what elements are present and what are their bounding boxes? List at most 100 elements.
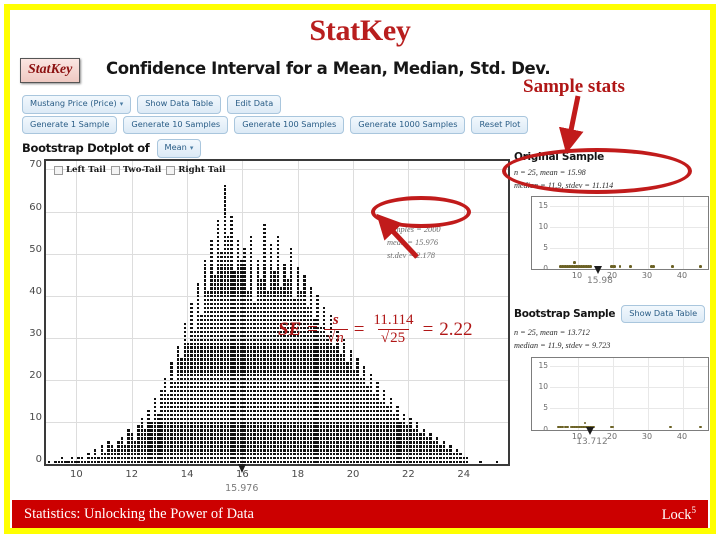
data-dot (299, 295, 303, 298)
generate-button-1[interactable]: Generate 10 Samples (123, 116, 229, 135)
data-dot (346, 382, 349, 385)
data-dot (183, 370, 187, 373)
data-dot (203, 385, 206, 389)
data-dot (465, 457, 469, 460)
se-25: 25 (389, 329, 407, 346)
data-dot (147, 421, 150, 424)
data-dot (402, 425, 406, 428)
data-dot (442, 441, 445, 444)
data-dot (273, 287, 276, 290)
generate-button-4[interactable]: Reset Plot (471, 116, 529, 135)
data-dot (223, 393, 226, 397)
data-dot (306, 413, 309, 416)
data-dot (213, 374, 216, 377)
data-dot (226, 314, 230, 318)
data-dot (250, 303, 253, 306)
data-dot (376, 453, 379, 456)
data-dot (323, 437, 326, 440)
data-dot (419, 437, 422, 440)
data-dot (323, 358, 326, 361)
data-dot (163, 457, 167, 460)
data-dot (333, 425, 336, 428)
data-dot (233, 413, 236, 416)
checkbox-icon[interactable] (54, 165, 63, 175)
x-tick-label: 12 (125, 469, 139, 480)
checkbox-icon[interactable] (166, 165, 176, 175)
data-dot (226, 279, 230, 282)
data-dot (296, 295, 299, 298)
data-dot (163, 425, 167, 428)
bootstrap-show-data-table-button[interactable]: Show Data Table (621, 305, 706, 324)
tail-checkbox-2[interactable]: Right Tail (166, 165, 226, 175)
data-dot (296, 445, 299, 448)
data-dot (203, 334, 206, 337)
data-dot (362, 382, 366, 385)
tail-checkbox-label-2: Right Tail (178, 165, 226, 175)
data-dot (203, 362, 206, 365)
tail-checkbox-0[interactable]: Left Tail (54, 165, 106, 175)
data-dot (309, 433, 313, 436)
data-dot (140, 429, 143, 432)
radical-icon-2 (381, 330, 389, 346)
data-dot (196, 322, 200, 326)
data-dot (253, 318, 256, 322)
data-dot (230, 295, 233, 298)
data-dot (303, 457, 306, 460)
data-dot (260, 429, 263, 432)
data-dot (369, 437, 372, 440)
data-dot (299, 461, 303, 464)
data-dot (236, 401, 240, 405)
generate-button-2[interactable]: Generate 100 Samples (234, 116, 345, 135)
data-dot (382, 413, 386, 416)
data-dot (170, 449, 173, 452)
data-dot (629, 265, 632, 268)
data-dot (250, 275, 253, 278)
toolbar-button-2[interactable]: Edit Data (227, 95, 282, 114)
tail-checkbox-1[interactable]: Two-Tail (110, 165, 161, 175)
original-sample-chart[interactable]: 0 5 10 15 (531, 196, 709, 271)
data-dot (200, 354, 203, 357)
data-dot (236, 283, 240, 286)
data-dot (240, 441, 243, 444)
data-dot (240, 393, 243, 397)
data-dot (396, 445, 399, 448)
bootstrap-sample-chart[interactable]: 0 5 10 15 (531, 356, 709, 431)
data-dot (253, 326, 256, 330)
data-dot (170, 397, 173, 401)
data-dot (283, 287, 286, 290)
data-dot (147, 449, 150, 452)
data-dot (220, 393, 223, 397)
data-dot (220, 279, 223, 282)
data-dot (233, 437, 236, 440)
data-dot (193, 433, 197, 436)
data-dot (263, 370, 266, 373)
generate-button-3[interactable]: Generate 1000 Samples (350, 116, 466, 135)
data-dot (273, 457, 276, 460)
checkbox-icon[interactable] (110, 165, 120, 175)
data-dot (223, 389, 226, 393)
data-dot (396, 453, 399, 456)
data-dot (263, 287, 266, 290)
data-dot (87, 453, 90, 456)
data-dot (326, 350, 329, 353)
data-dot (352, 397, 356, 401)
data-dot (276, 251, 280, 255)
data-dot (333, 453, 336, 456)
data-dot (286, 457, 289, 460)
data-dot (256, 330, 260, 334)
data-dot (283, 346, 286, 349)
data-dot (250, 449, 253, 452)
data-dot (213, 326, 216, 330)
data-dot (326, 397, 329, 401)
toolbar-button-0[interactable]: Mustang Price (Price) ▾ (22, 95, 132, 114)
data-dot (236, 421, 240, 424)
toolbar-button-1[interactable]: Show Data Table (137, 95, 222, 114)
statistic-select[interactable]: Mean ▾ (156, 139, 202, 158)
data-dot (210, 255, 213, 258)
data-dot (193, 409, 197, 413)
data-dot (372, 425, 376, 428)
data-dot (200, 425, 203, 428)
generate-button-0[interactable]: Generate 1 Sample (22, 116, 118, 135)
data-dot (173, 382, 177, 385)
data-dot (250, 417, 253, 420)
